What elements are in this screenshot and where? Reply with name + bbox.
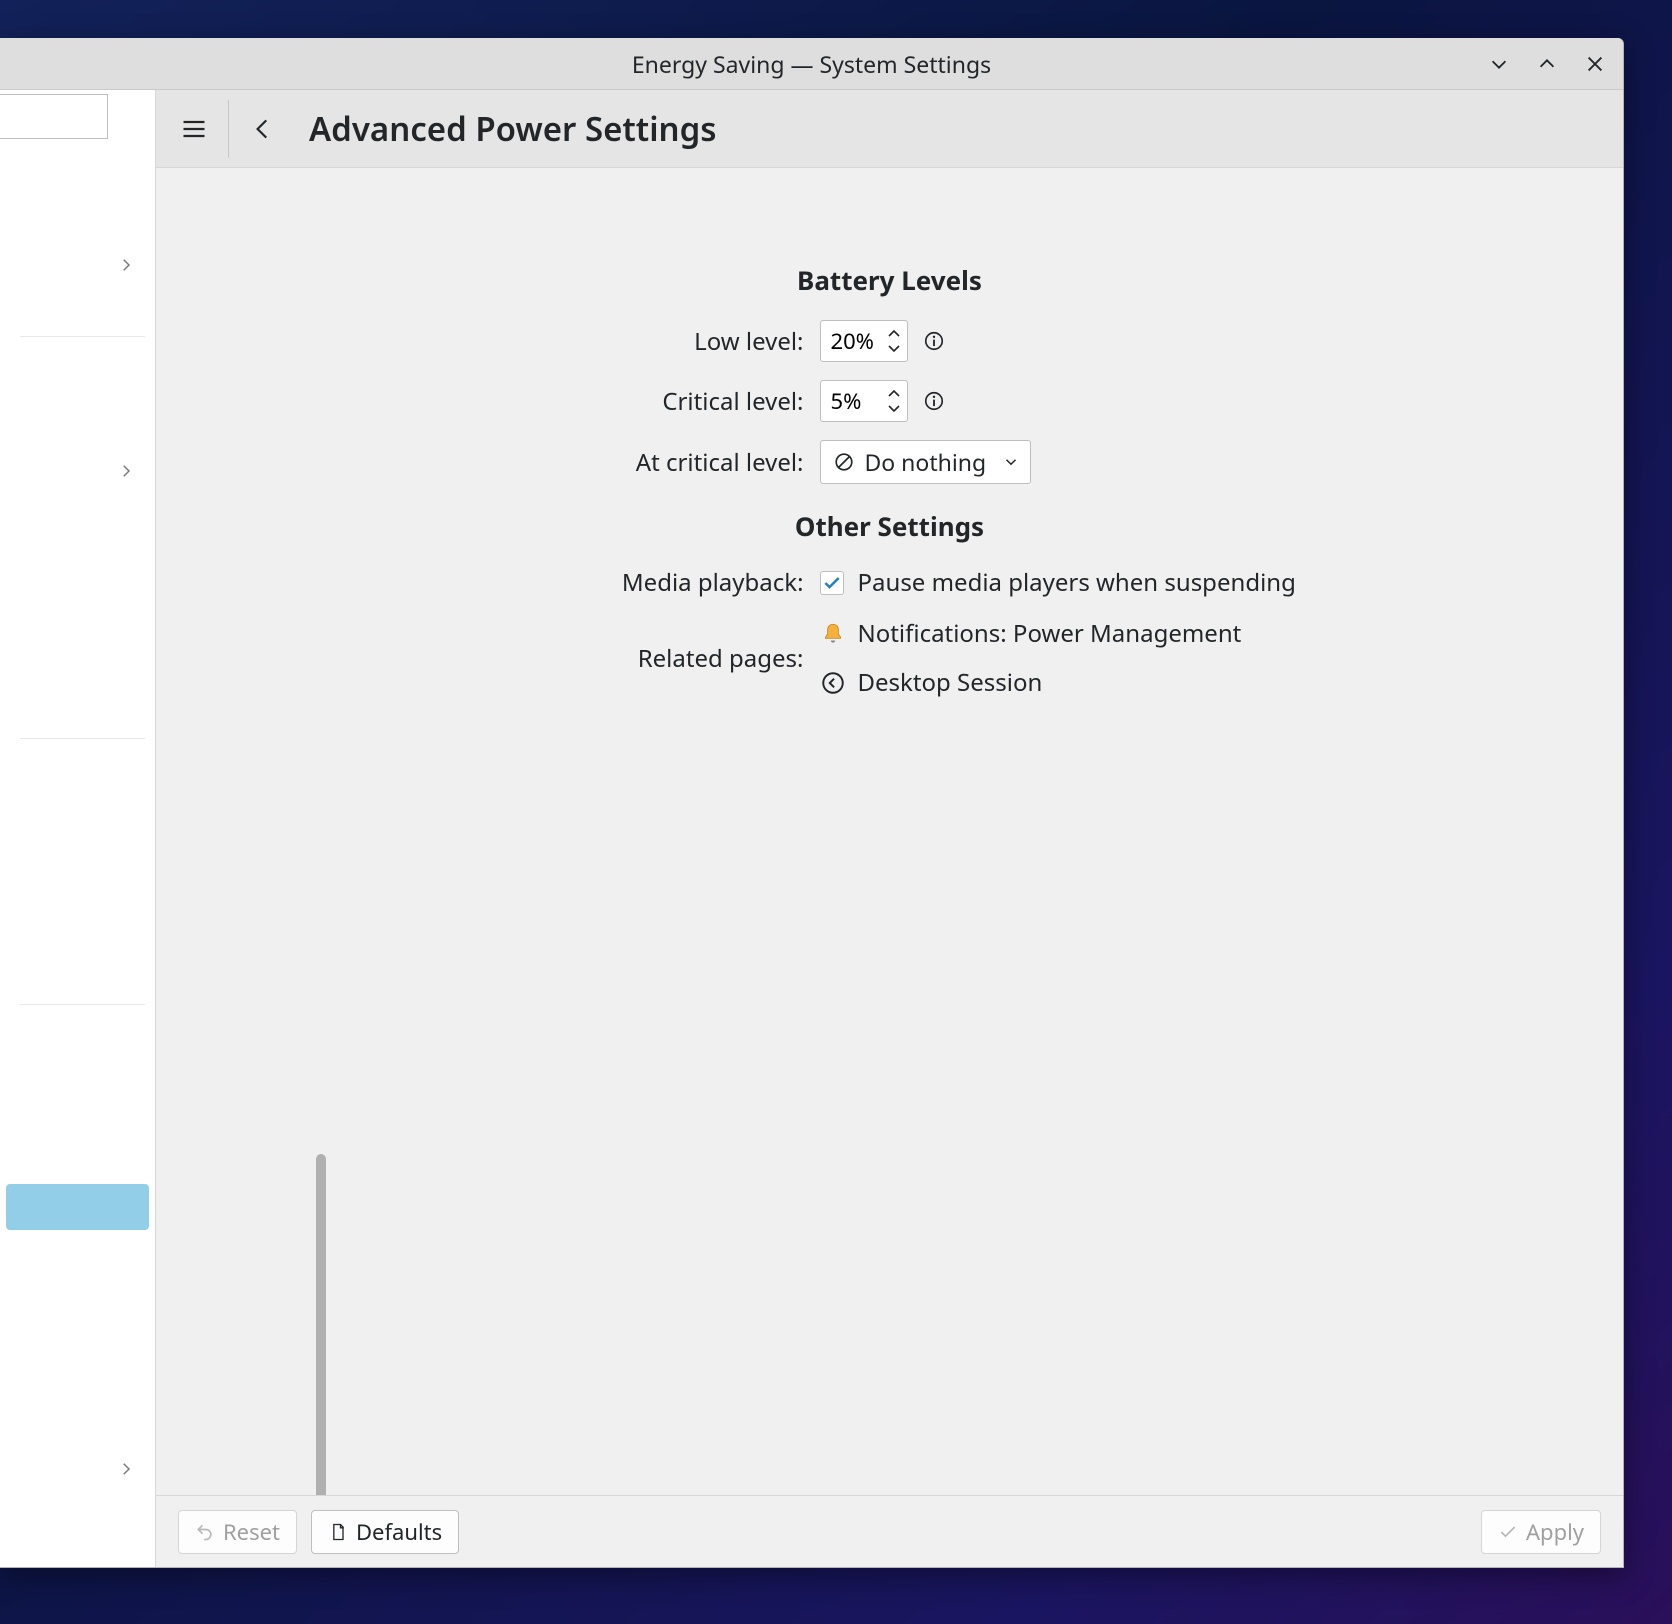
low-level-spinbox[interactable] (820, 320, 908, 362)
critical-level-spinbox[interactable] (820, 380, 908, 422)
sidebar-separator (20, 738, 145, 739)
page-header: Advanced Power Settings (156, 90, 1623, 168)
link-notifications-label: Notifications: Power Management (858, 617, 1242, 650)
chevron-up-icon (1536, 53, 1558, 75)
at-critical-label: At critical level: (440, 446, 820, 479)
row-at-critical: At critical level: Do nothing (440, 440, 1340, 484)
link-session-label: Desktop Session (858, 666, 1043, 699)
back-button[interactable] (239, 105, 287, 153)
critical-level-input[interactable] (821, 386, 881, 416)
row-related-pages: Related pages: Notifications: Power Mana… (440, 617, 1340, 699)
document-reset-icon (328, 1522, 348, 1542)
info-icon[interactable] (922, 389, 946, 413)
page-title: Advanced Power Settings (309, 106, 717, 151)
maximize-button[interactable] (1533, 50, 1561, 78)
row-critical-level: Critical level: (440, 380, 1340, 422)
bell-icon (820, 621, 846, 647)
section-heading-battery: Battery Levels (440, 262, 1340, 298)
undo-icon (195, 1522, 215, 1542)
defaults-button[interactable]: Defaults (311, 1510, 459, 1554)
logout-icon (820, 670, 846, 696)
sidebar-item-selected[interactable] (6, 1184, 149, 1230)
prohibit-icon (833, 451, 855, 473)
reset-button[interactable]: Reset (178, 1510, 297, 1554)
apply-label: Apply (1526, 1517, 1584, 1547)
search-input[interactable] (0, 94, 108, 139)
defaults-label: Defaults (356, 1517, 442, 1547)
check-icon (1498, 1522, 1518, 1542)
media-pause-label: Pause media players when suspending (858, 566, 1296, 599)
link-desktop-session[interactable]: Desktop Session (820, 666, 1043, 699)
close-button[interactable] (1581, 50, 1609, 78)
section-heading-other: Other Settings (440, 508, 1340, 544)
settings-form: Battery Levels Low level: (440, 238, 1340, 1495)
spin-down-button[interactable] (887, 401, 901, 415)
row-low-level: Low level: (440, 320, 1340, 362)
settings-window: Energy Saving — System Settings (0, 38, 1624, 1568)
header-divider (228, 100, 229, 158)
spin-up-button[interactable] (887, 327, 901, 341)
spin-down-button[interactable] (887, 341, 901, 355)
link-notifications[interactable]: Notifications: Power Management (820, 617, 1242, 650)
hamburger-button[interactable] (170, 105, 218, 153)
sidebar-separator (20, 1004, 145, 1005)
main-panel: Advanced Power Settings Battery Levels L… (156, 90, 1623, 1567)
hamburger-icon (180, 115, 208, 143)
window-body: Advanced Power Settings Battery Levels L… (0, 90, 1623, 1567)
footer: Reset Defaults Apply (156, 1495, 1623, 1567)
check-icon (822, 573, 842, 593)
at-critical-dropdown[interactable]: Do nothing (820, 440, 1032, 484)
minimize-button[interactable] (1485, 50, 1513, 78)
chevron-left-icon (250, 116, 276, 142)
chevron-down-icon (1002, 453, 1020, 471)
media-playback-label: Media playback: (440, 566, 820, 599)
at-critical-value: Do nothing (865, 446, 987, 478)
sidebar (0, 90, 156, 1567)
spin-up-button[interactable] (887, 387, 901, 401)
sidebar-expand-icon[interactable] (115, 1458, 137, 1480)
low-level-input[interactable] (821, 326, 881, 356)
titlebar: Energy Saving — System Settings (0, 38, 1623, 90)
sidebar-expand-icon[interactable] (115, 460, 137, 482)
apply-button[interactable]: Apply (1481, 1510, 1601, 1554)
row-media-playback: Media playback: Pause media players when… (440, 566, 1340, 599)
sidebar-expand-icon[interactable] (115, 254, 137, 276)
window-controls (1485, 38, 1609, 89)
low-level-label: Low level: (440, 325, 820, 358)
window-title: Energy Saving — System Settings (632, 48, 991, 80)
chevron-down-icon (1488, 53, 1510, 75)
sidebar-scrollbar[interactable] (316, 1154, 326, 1495)
media-pause-checkbox[interactable] (820, 571, 844, 595)
critical-level-label: Critical level: (440, 385, 820, 418)
close-icon (1584, 53, 1606, 75)
reset-label: Reset (223, 1517, 280, 1547)
related-pages-label: Related pages: (440, 642, 820, 675)
content-area: Battery Levels Low level: (156, 168, 1623, 1495)
sidebar-separator (20, 336, 145, 337)
info-icon[interactable] (922, 329, 946, 353)
